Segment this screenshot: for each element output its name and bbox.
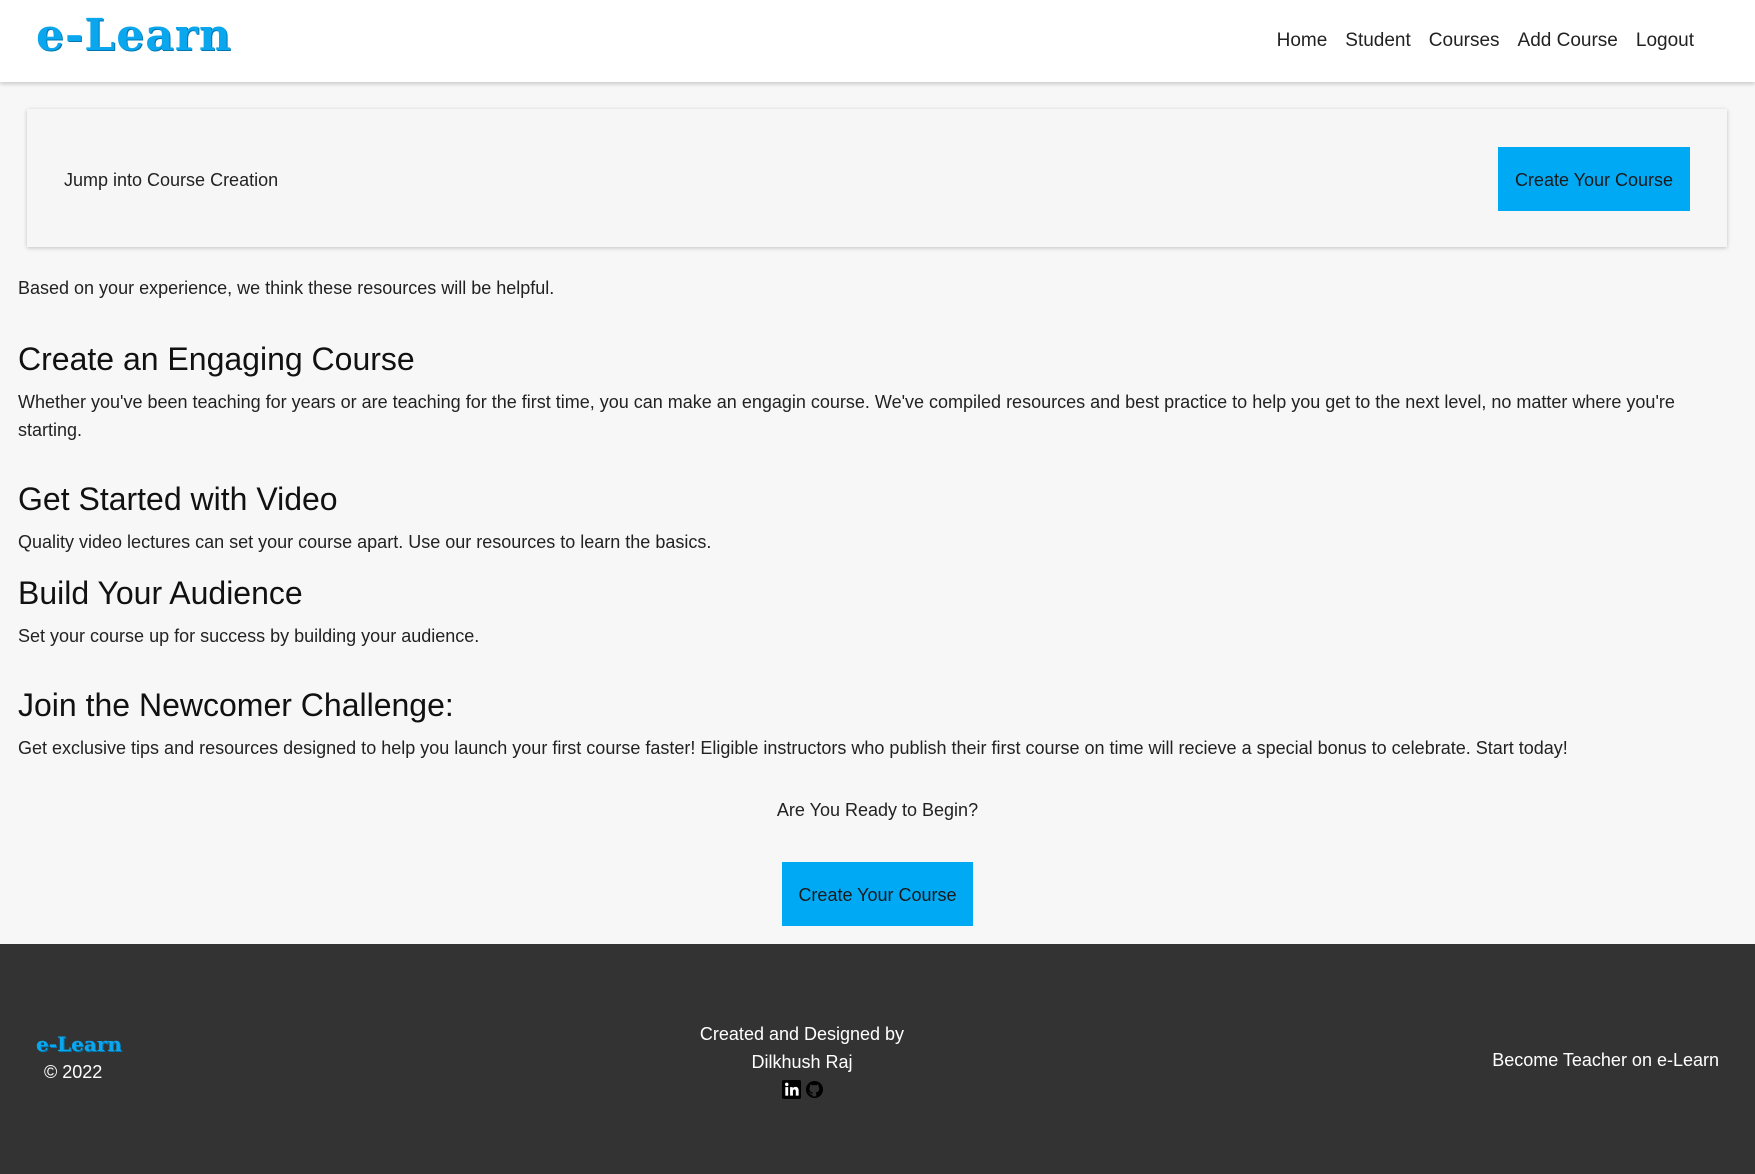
page: e-Learn Home Student Courses Add Course … — [0, 0, 1755, 1174]
nav-logout-link[interactable]: Logout — [1627, 30, 1703, 52]
nav-courses-link[interactable]: Courses — [1420, 30, 1509, 52]
footer-credit: Created and Designed by Dilkhush Raj — [652, 1020, 952, 1076]
section-title-newcomer-challenge: Join the Newcomer Challenge: — [18, 687, 454, 723]
create-course-bottom-button[interactable]: Create Your Course — [782, 862, 973, 926]
logo[interactable]: e-Learn — [36, 10, 232, 61]
create-course-button[interactable]: Create Your Course — [1498, 147, 1690, 211]
section-title-video: Get Started with Video — [18, 481, 338, 517]
hero-text: Jump into Course Creation — [64, 170, 279, 190]
github-icon[interactable] — [805, 1080, 824, 1099]
credit-line: Created and Designed by — [699, 1024, 905, 1044]
main-nav: Home Student Courses Add Course Logout — [1268, 30, 1703, 52]
footer: e-Learn © 2022 Created and Designed by D… — [0, 944, 1755, 1174]
footer-logo[interactable]: e-Learn — [36, 1032, 122, 1056]
nav-home-link[interactable]: Home — [1268, 30, 1337, 52]
header: e-Learn Home Student Courses Add Course … — [0, 0, 1755, 82]
become-teacher-link[interactable]: Become Teacher on e-Learn — [1492, 1050, 1719, 1071]
nav-add-course-link[interactable]: Add Course — [1509, 30, 1627, 52]
section-body-engaging-course: Whether you've been teaching for years o… — [18, 392, 1675, 440]
section-title-engaging-course: Create an Engaging Course — [18, 341, 415, 377]
intro-text: Based on your experience, we think these… — [18, 278, 555, 298]
nav-student-link[interactable]: Student — [1336, 30, 1420, 52]
section-body-audience: Set your course up for success by buildi… — [18, 626, 480, 646]
section-title-audience: Build Your Audience — [18, 575, 303, 611]
author-name: Dilkhush Raj — [751, 1052, 853, 1072]
section-body-newcomer-challenge: Get exclusive tips and resources designe… — [18, 738, 1568, 758]
section-body-video: Quality video lectures can set your cour… — [18, 532, 712, 552]
linkedin-icon[interactable] — [782, 1080, 801, 1099]
ready-question: Are You Ready to Begin? — [776, 800, 979, 820]
copyright: © 2022 — [44, 1062, 103, 1082]
hero-card: Jump into Course Creation Create Your Co… — [27, 109, 1727, 247]
social-links — [782, 1080, 824, 1099]
